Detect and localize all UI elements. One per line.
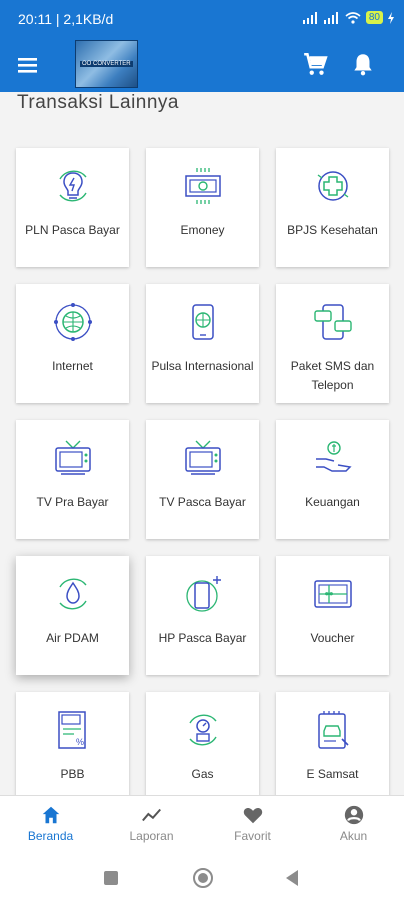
tile-internet[interactable]: Internet (16, 284, 129, 403)
tile-bpjs-kesehatan[interactable]: BPJS Kesehatan (276, 148, 389, 267)
phone-chat-icon (314, 304, 352, 340)
tile-label: Gas (191, 767, 214, 781)
tile-label: TV Pra Bayar (36, 495, 109, 509)
back-triangle-icon[interactable] (286, 870, 298, 886)
signal-icon (302, 11, 317, 24)
wifi-icon (345, 11, 361, 24)
tile-hp-pasca-bayar[interactable]: HP Pasca Bayar (146, 556, 259, 675)
electricity-bulb-icon (59, 170, 87, 202)
home-icon (42, 806, 59, 824)
tile-label: Emoney (180, 223, 225, 237)
gift-voucher-icon (314, 580, 352, 608)
tv-icon (55, 440, 91, 475)
tile-pln-pasca-bayar[interactable]: PLN Pasca Bayar (16, 148, 129, 267)
tile-label: Internet (52, 359, 93, 373)
tile-label: HP Pasca Bayar (158, 631, 247, 645)
home-circle-icon[interactable] (193, 868, 213, 888)
tile-label: E Samsat (306, 767, 359, 781)
nav-label: Favorit (234, 829, 271, 843)
charging-icon (388, 11, 394, 24)
tile-keuangan[interactable]: Keuangan (276, 420, 389, 539)
tile-tv-pra-bayar[interactable]: TV Pra Bayar (16, 420, 129, 539)
tile-label: Voucher (310, 631, 355, 645)
gas-meter-icon (189, 714, 217, 746)
account-icon (344, 805, 363, 825)
battery-indicator: 80 (365, 11, 383, 24)
bottom-navigation: Beranda Laporan Favorit Akun (0, 795, 404, 855)
nav-label: Laporan (129, 829, 174, 843)
tile-emoney[interactable]: Emoney (146, 148, 259, 267)
nav-item-laporan[interactable]: Laporan (101, 796, 202, 855)
tile-gas[interactable]: Gas (146, 692, 259, 795)
globe-network-icon (54, 303, 92, 341)
status-bar: 20:11 | 2,1KB/d 80 (0, 0, 404, 38)
money-card-icon (185, 168, 221, 204)
recent-apps-icon[interactable] (104, 871, 118, 885)
status-icons: 80 (302, 11, 394, 24)
system-navigation-bar (0, 855, 404, 900)
nav-item-beranda[interactable]: Beranda (0, 796, 101, 855)
phone-globe-icon (192, 304, 214, 340)
heart-icon (243, 808, 262, 824)
tile-label: Air PDAM (46, 631, 99, 645)
tile-pulsa-internasional[interactable]: Pulsa Internasional (146, 284, 259, 403)
menu-icon[interactable] (14, 52, 42, 78)
tile-e-samsat[interactable]: E Samsat (276, 692, 389, 795)
tile-label: TV Pasca Bayar (159, 495, 246, 509)
bell-icon[interactable] (350, 51, 376, 77)
health-cross-icon (317, 171, 349, 201)
tile-label: Keuangan (305, 495, 360, 509)
app-logo: OO CONVERTER (75, 40, 138, 88)
signal-icon (323, 11, 338, 24)
tile-label: PLN Pasca Bayar (25, 223, 120, 237)
nav-item-akun[interactable]: Akun (303, 796, 404, 855)
nav-label: Akun (339, 829, 368, 843)
tax-document-icon: % (58, 711, 86, 749)
section-title: Transaksi Lainnya (17, 92, 179, 113)
chart-line-icon (141, 808, 161, 822)
tile-label: PBB (60, 767, 85, 781)
tile-air-pdam[interactable]: Air PDAM (16, 556, 129, 675)
nav-item-favorit[interactable]: Favorit (202, 796, 303, 855)
services-grid: PLN Pasca Bayar Emoney BPJS Kesehatan In… (16, 148, 389, 795)
status-time: 20:11 | 2,1KB/d (18, 11, 114, 27)
phone-plus-icon (186, 576, 221, 612)
tile-label: Pulsa Internasional (151, 359, 254, 373)
logo-text: OO CONVERTER (80, 61, 133, 67)
services-content[interactable]: PLN Pasca Bayar Emoney BPJS Kesehatan In… (0, 120, 404, 795)
nav-label: Beranda (27, 829, 74, 843)
tile-voucher[interactable]: Voucher (276, 556, 389, 675)
hand-money-icon (316, 441, 352, 472)
cart-icon[interactable] (302, 51, 328, 77)
tv-icon (185, 440, 221, 475)
tile-label: BPJS Kesehatan (287, 223, 378, 237)
car-document-icon (318, 711, 349, 749)
svg-text:%: % (76, 737, 84, 747)
app-bar: OO CONVERTER (0, 38, 404, 92)
tile-label: Paket SMS dan Telepon (290, 359, 375, 392)
tile-paket-sms-telepon[interactable]: Paket SMS dan Telepon (276, 284, 389, 403)
tile-pbb[interactable]: % PBB (16, 692, 129, 795)
tile-tv-pasca-bayar[interactable]: TV Pasca Bayar (146, 420, 259, 539)
water-drop-icon (59, 578, 87, 610)
